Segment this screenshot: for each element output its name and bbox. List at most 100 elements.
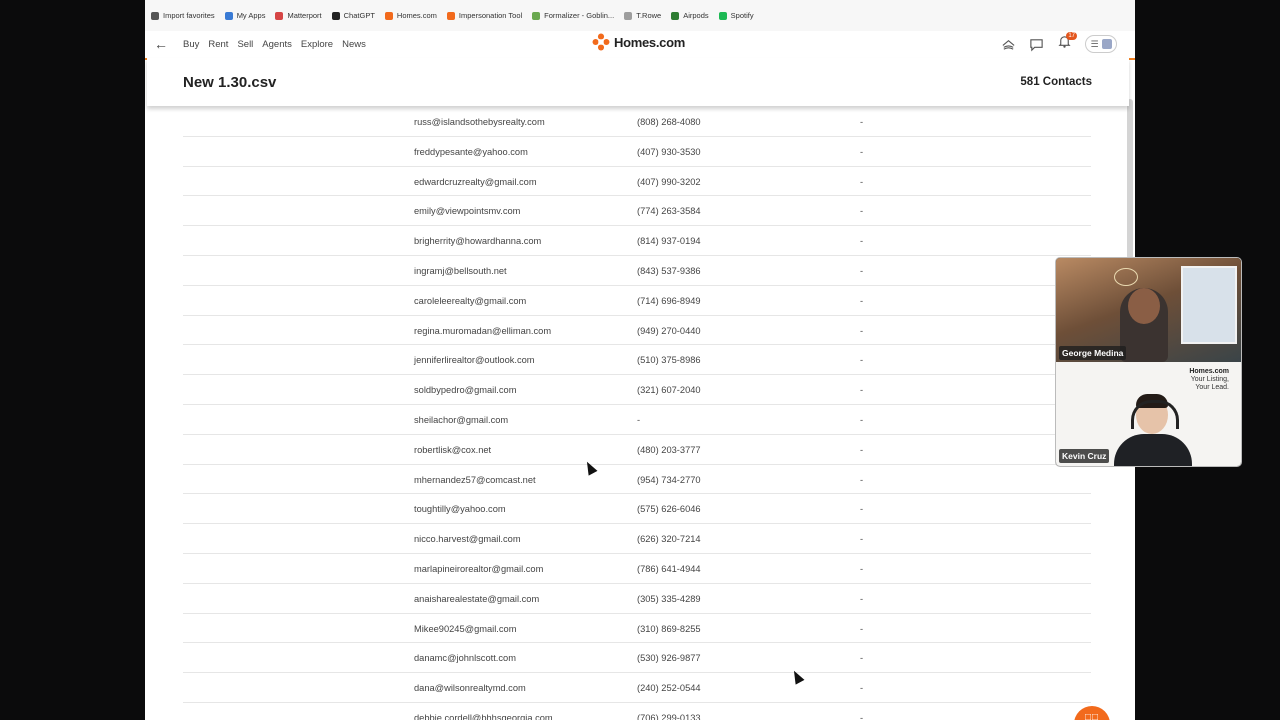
bookmark-item[interactable]: My Apps xyxy=(224,11,266,20)
contact-phone: (706) 299-0133 xyxy=(637,712,701,720)
contact-phone: (626) 320-7214 xyxy=(637,534,701,545)
bookmark-item[interactable]: Airpods xyxy=(671,11,709,20)
table-row[interactable]: marlapineirorealtor@gmail.com (786) 641-4… xyxy=(183,554,1091,584)
participant-video-kevin: Homes.com Your Listing, Your Lead. Kevin… xyxy=(1056,362,1241,466)
contact-phone: (530) 926-9877 xyxy=(637,653,701,664)
bookmark-item[interactable]: Matterport xyxy=(275,11,322,20)
table-row[interactable]: ingramj@bellsouth.net (843) 537-9386 - xyxy=(183,256,1091,286)
contact-extra: - xyxy=(860,534,864,545)
contact-email: Mikee90245@gmail.com xyxy=(414,623,517,634)
participant-body xyxy=(1114,434,1192,466)
contact-extra: - xyxy=(860,623,864,634)
file-header: New 1.30.csv 581 Contacts xyxy=(147,58,1129,106)
bookmark-label: T.Rowe xyxy=(636,11,662,20)
contact-phone: (321) 607-2040 xyxy=(637,385,701,396)
table-row[interactable]: caroleleerealty@gmail.com (714) 696-8949 - xyxy=(183,286,1091,316)
background-window xyxy=(1181,266,1237,344)
table-row[interactable]: soldbypedro@gmail.com (321) 607-2040 - xyxy=(183,375,1091,405)
contact-phone: (786) 641-4944 xyxy=(637,563,701,574)
homes-logo-icon xyxy=(592,33,610,51)
table-row[interactable]: Mikee90245@gmail.com (310) 869-8255 - xyxy=(183,614,1091,644)
bookmark-item[interactable]: Homes.com xyxy=(384,11,437,20)
site-logo[interactable]: Homes.com xyxy=(592,33,685,51)
contact-email: jenniferlirealtor@outlook.com xyxy=(414,355,535,366)
scrollbar[interactable] xyxy=(1127,99,1133,259)
contact-phone: (954) 734-2770 xyxy=(637,474,701,485)
table-row[interactable]: toughtilly@yahoo.com (575) 626-6046 - xyxy=(183,494,1091,525)
nav-link-buy[interactable]: Buy xyxy=(183,39,199,50)
chatgpt-icon xyxy=(331,11,340,20)
bookmark-label: Impersonation Tool xyxy=(458,11,523,20)
table-row[interactable]: danamc@johnlscott.com (530) 926-9877 - xyxy=(183,643,1091,674)
table-row[interactable]: emily@viewpointsmv.com (774) 263-3584 - xyxy=(183,196,1091,227)
nav-link-sell[interactable]: Sell xyxy=(237,39,253,50)
contact-email: soldbypedro@gmail.com xyxy=(414,385,517,396)
bookmark-item[interactable]: Spotify xyxy=(718,11,754,20)
bookmark-label: My Apps xyxy=(236,11,266,20)
bookmark-item[interactable]: T.Rowe xyxy=(624,11,661,20)
spotify-icon xyxy=(718,11,727,20)
nav-link-news[interactable]: News xyxy=(342,39,366,50)
goblin-icon xyxy=(532,11,541,20)
table-row[interactable]: robertlisk@cox.net (480) 203-3777 - xyxy=(183,435,1091,465)
notifications-button[interactable]: 17 xyxy=(1057,32,1077,54)
contact-email: dana@wilsonrealtymd.com xyxy=(414,683,526,694)
contact-phone: (843) 537-9386 xyxy=(637,265,701,276)
nav-link-rent[interactable]: Rent xyxy=(208,39,228,50)
bookmark-item[interactable]: Formalizer - Goblin... xyxy=(532,11,614,20)
contact-phone: (510) 375-8986 xyxy=(637,355,701,366)
main-nav: Buy Rent Sell Agents Explore News xyxy=(183,39,366,50)
headset-icon xyxy=(1131,400,1179,429)
grid-icon: □□ xyxy=(1084,712,1100,720)
table-row[interactable]: debbie.cordell@bhhsgeorgia.com (706) 299-… xyxy=(183,703,1091,720)
contact-email: debbie.cordell@bhhsgeorgia.com xyxy=(414,712,553,720)
contact-phone: (240) 252-0544 xyxy=(637,683,701,694)
video-call-panel: George Medina Homes.com Your Listing, Yo… xyxy=(1055,257,1242,467)
homes-brand-backdrop: Homes.com Your Listing, Your Lead. xyxy=(1189,368,1229,392)
table-row[interactable]: regina.muromadan@elliman.com (949) 270-04… xyxy=(183,316,1091,346)
contact-extra: - xyxy=(860,474,864,485)
notification-count-badge: 17 xyxy=(1066,32,1077,40)
table-row[interactable]: edwardcruzrealty@gmail.com (407) 990-3202… xyxy=(183,167,1091,197)
contact-phone: (480) 203-3777 xyxy=(637,444,701,455)
contacts-table: russ@islandsothebysrealty.com (808) 268-4… xyxy=(183,107,1091,720)
nav-link-agents[interactable]: Agents xyxy=(262,39,292,50)
airpods-icon xyxy=(671,11,680,20)
matterport-icon xyxy=(275,11,284,20)
bookmark-label: Matterport xyxy=(287,11,322,20)
table-row[interactable]: mhernandez57@comcast.net (954) 734-2770 - xyxy=(183,465,1091,495)
nav-link-explore[interactable]: Explore xyxy=(301,39,333,50)
table-row[interactable]: freddypesante@yahoo.com (407) 930-3530 - xyxy=(183,137,1091,167)
table-row[interactable]: nicco.harvest@gmail.com (626) 320-7214 - xyxy=(183,524,1091,554)
table-row[interactable]: dana@wilsonrealtymd.com (240) 252-0544 - xyxy=(183,673,1091,703)
table-row[interactable]: sheilachor@gmail.com - - xyxy=(183,405,1091,435)
contact-extra: - xyxy=(860,265,864,276)
bookmark-item[interactable]: Import favorites xyxy=(151,11,215,20)
bookmark-item[interactable]: ChatGPT xyxy=(331,11,375,20)
contact-email: nicco.harvest@gmail.com xyxy=(414,534,521,545)
chat-icon[interactable] xyxy=(1029,37,1044,52)
avatar xyxy=(1101,39,1112,49)
table-row[interactable]: brigherrity@howardhanna.com (814) 937-019… xyxy=(183,226,1091,256)
table-row[interactable]: russ@islandsothebysrealty.com (808) 268-4… xyxy=(183,107,1091,137)
table-row[interactable]: anaisharealestate@gmail.com (305) 335-428… xyxy=(183,584,1091,614)
backdrop-tagline-2: Your Lead. xyxy=(1195,384,1229,391)
contact-email: edwardcruzrealty@gmail.com xyxy=(414,176,537,187)
contact-email: caroleleerealty@gmail.com xyxy=(414,295,527,306)
table-row[interactable]: jenniferlirealtor@outlook.com (510) 375-8… xyxy=(183,345,1091,376)
contact-extra: - xyxy=(860,414,864,425)
bookmark-label: Homes.com xyxy=(396,11,437,20)
back-arrow-icon[interactable]: ← xyxy=(154,36,168,52)
saved-homes-icon[interactable] xyxy=(1001,37,1016,52)
account-menu-button[interactable]: ☰ xyxy=(1085,35,1117,53)
contact-email: toughtilly@yahoo.com xyxy=(414,504,506,515)
contact-email: ingramj@bellsouth.net xyxy=(414,265,507,276)
bookmark-item[interactable]: Impersonation Tool xyxy=(446,11,523,20)
participant-video-george: George Medina xyxy=(1056,258,1241,362)
participant-head xyxy=(1128,288,1160,324)
contact-extra: - xyxy=(860,504,864,515)
contact-phone: (808) 268-4080 xyxy=(637,117,701,127)
bookmark-label: Spotify xyxy=(730,11,754,20)
participant-name-label: Kevin Cruz xyxy=(1059,449,1110,463)
header-actions: 17 ☰ xyxy=(1001,32,1117,54)
